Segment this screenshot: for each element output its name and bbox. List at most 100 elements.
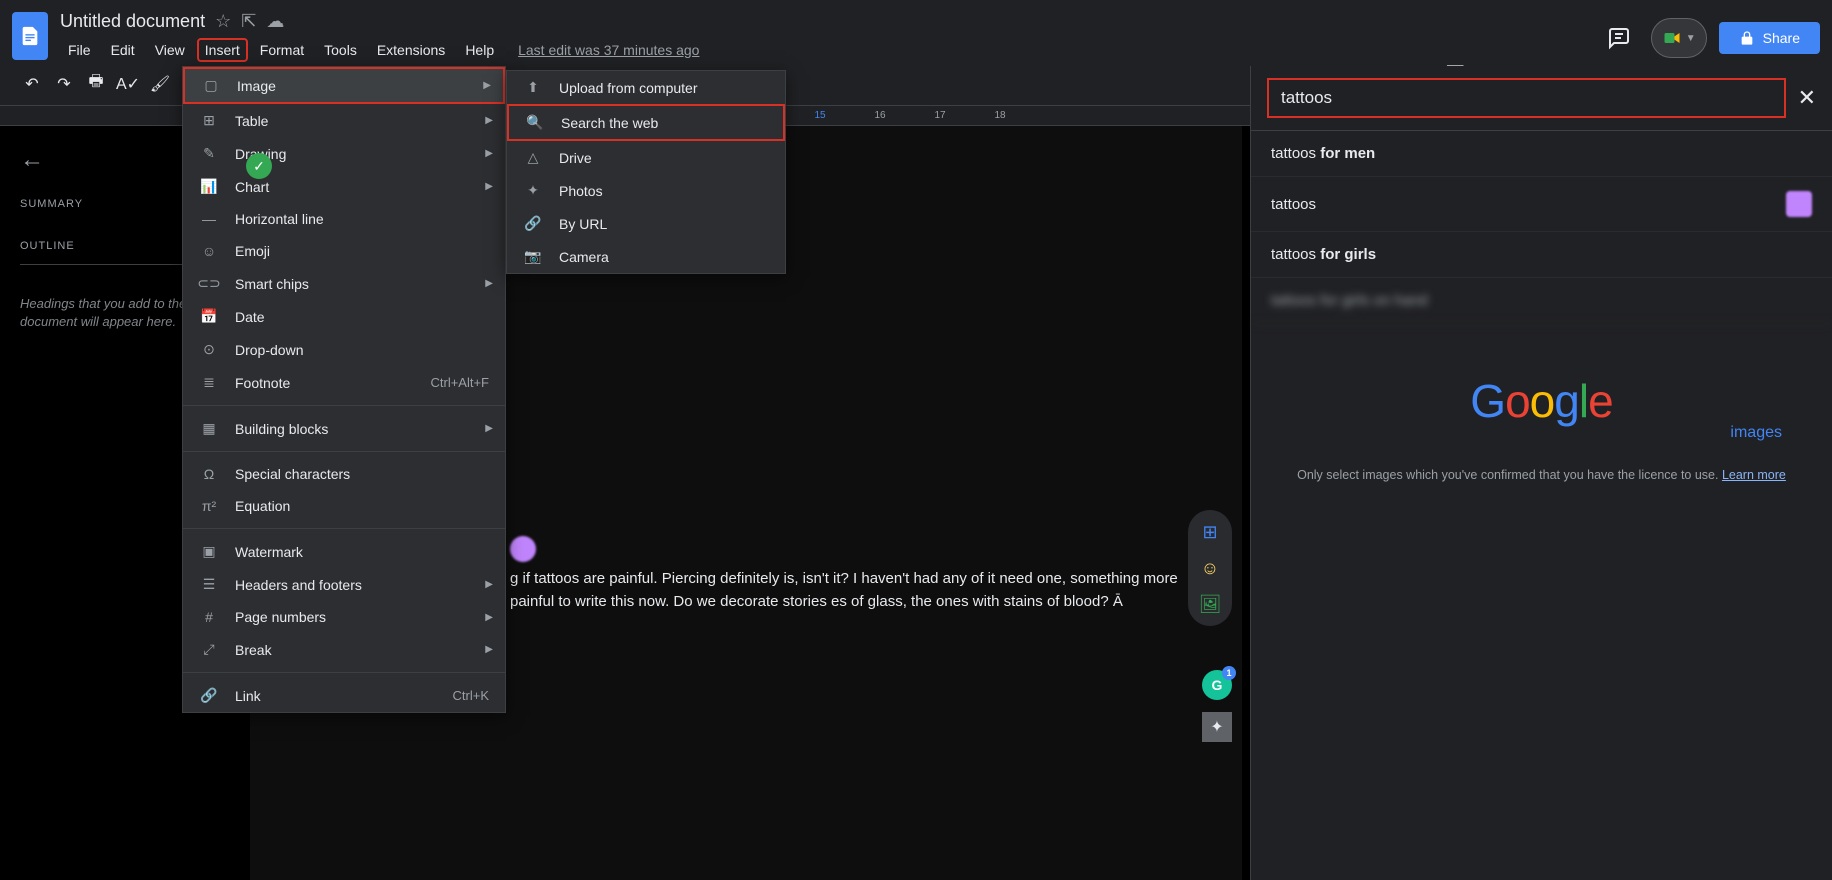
share-button[interactable]: Share <box>1719 22 1820 54</box>
explore-icon[interactable]: ✦ <box>1202 712 1232 742</box>
document-title[interactable]: Untitled document <box>60 11 205 32</box>
image-icon: ▢ <box>201 77 221 94</box>
menu-tools[interactable]: Tools <box>316 38 365 62</box>
watermark-icon: ▣ <box>199 543 219 560</box>
star-icon[interactable]: ☆ <box>215 11 231 32</box>
link-icon: 🔗 <box>523 215 543 232</box>
image-item-upload-from-computer[interactable]: ⬆Upload from computer <box>507 71 785 104</box>
insert-item-watermark[interactable]: ▣Watermark <box>183 535 505 568</box>
search-input[interactable] <box>1267 78 1786 118</box>
suggest-edits-icon[interactable]: 🖼 <box>1196 590 1224 618</box>
search-web-panel: ✕ tattoos for mentattoostattoos for girl… <box>1250 66 1832 880</box>
insert-item-link[interactable]: 🔗LinkCtrl+K <box>183 679 505 712</box>
undo-icon[interactable]: ↶ <box>20 72 44 96</box>
app-header: Untitled document ☆ ⇱ ☁ File Edit View I… <box>0 0 1832 62</box>
insert-item-break[interactable]: ⤢Break▶ <box>183 633 505 666</box>
chevron-right-icon: ▶ <box>485 579 493 590</box>
learn-more-link[interactable]: Learn more <box>1722 468 1786 482</box>
footnote-icon: ≣ <box>199 374 219 391</box>
insert-item-footnote[interactable]: ≣FootnoteCtrl+Alt+F <box>183 366 505 399</box>
insert-item-drawing[interactable]: ✎Drawing▶ <box>183 137 505 170</box>
document-text[interactable]: g if tattoos are painful. Piercing defin… <box>510 568 1210 613</box>
insert-item-drop-down[interactable]: ⊙Drop-down <box>183 333 505 366</box>
menu-edit[interactable]: Edit <box>103 38 143 62</box>
chevron-right-icon: ▶ <box>485 148 493 159</box>
pi-icon: π² <box>199 498 219 514</box>
image-item-camera[interactable]: 📷Camera <box>507 240 785 273</box>
photos-icon: ✦ <box>523 182 543 199</box>
insert-item-headers-and-footers[interactable]: ☰Headers and footers▶ <box>183 568 505 601</box>
insert-item-page-numbers[interactable]: #Page numbers▶ <box>183 601 505 633</box>
suggestion-row[interactable]: tattoos for girls on hand <box>1251 278 1832 324</box>
drawing-icon: ✎ <box>199 145 219 162</box>
move-icon[interactable]: ⇱ <box>241 11 256 32</box>
collaborator-avatar <box>510 536 536 562</box>
menu-insert[interactable]: Insert <box>197 38 248 62</box>
emoji-reaction-icon[interactable]: ☺ <box>1196 554 1224 582</box>
paint-format-icon[interactable]: 🖌 <box>148 72 172 96</box>
chips-icon: ⊂⊃ <box>199 275 219 292</box>
suggestion-row[interactable]: tattoos for men <box>1251 131 1832 177</box>
insert-item-table[interactable]: ⊞Table▶ <box>183 104 505 137</box>
search-suggestions: tattoos for mentattoostattoos for girlst… <box>1251 130 1832 324</box>
camera-icon: 📷 <box>523 248 543 265</box>
meet-button[interactable]: ▼ <box>1651 18 1707 58</box>
suggestion-row[interactable]: tattoos for girls <box>1251 232 1832 278</box>
menu-file[interactable]: File <box>60 38 99 62</box>
image-item-photos[interactable]: ✦Photos <box>507 174 785 207</box>
suggestion-thumbnail <box>1786 191 1812 217</box>
image-submenu: ⬆Upload from computer🔍Search the web△Dri… <box>506 70 786 274</box>
emoji-icon: ☺ <box>199 243 219 259</box>
chevron-right-icon: ▶ <box>485 423 493 434</box>
menu-view[interactable]: View <box>147 38 193 62</box>
spellcheck-icon[interactable]: A✓ <box>116 72 140 96</box>
insert-item-special-characters[interactable]: ΩSpecial characters <box>183 458 505 490</box>
break-icon: ⤢ <box>199 641 219 658</box>
last-edit-link[interactable]: Last edit was 37 minutes ago <box>518 42 699 58</box>
menubar: File Edit View Insert Format Tools Exten… <box>60 34 1599 66</box>
share-label: Share <box>1763 30 1800 46</box>
check-badge-icon: ✓ <box>246 153 272 179</box>
insert-dropdown: ▢Image▶⊞Table▶✎Drawing▶📊Chart▶—Horizonta… <box>182 66 506 713</box>
menu-help[interactable]: Help <box>457 38 502 62</box>
cloud-icon[interactable]: ☁ <box>266 11 284 32</box>
image-item-search-the-web[interactable]: 🔍Search the web <box>507 104 785 141</box>
image-item-by-url[interactable]: 🔗By URL <box>507 207 785 240</box>
docs-logo-icon[interactable] <box>12 12 48 60</box>
grammarly-icon[interactable]: G1 <box>1202 670 1232 700</box>
search-icon: 🔍 <box>525 114 545 131</box>
insert-item-image[interactable]: ▢Image▶ <box>183 67 505 104</box>
insert-item-horizontal-line[interactable]: —Horizontal line <box>183 203 505 235</box>
redo-icon[interactable]: ↷ <box>52 72 76 96</box>
link-icon: 🔗 <box>199 687 219 704</box>
insert-item-date[interactable]: 📅Date <box>183 300 505 333</box>
chevron-right-icon: ▶ <box>485 181 493 192</box>
suggestion-row[interactable]: tattoos <box>1251 177 1832 232</box>
menu-format[interactable]: Format <box>252 38 312 62</box>
close-icon[interactable]: ✕ <box>1798 85 1816 111</box>
chevron-right-icon: ▶ <box>485 612 493 623</box>
table-icon: ⊞ <box>199 112 219 129</box>
google-images-section: Google images Only select images which y… <box>1251 324 1832 505</box>
headers-icon: ☰ <box>199 576 219 593</box>
upload-icon: ⬆ <box>523 79 543 96</box>
add-comment-icon[interactable]: ⊞ <box>1196 518 1224 546</box>
chevron-right-icon: ▶ <box>485 115 493 126</box>
grammarly-badge: 1 <box>1222 666 1236 680</box>
insert-item-equation[interactable]: π²Equation <box>183 490 505 522</box>
comments-history-icon[interactable] <box>1599 18 1639 58</box>
insert-item-chart[interactable]: 📊Chart▶ <box>183 170 505 203</box>
image-item-drive[interactable]: △Drive <box>507 141 785 174</box>
insert-item-emoji[interactable]: ☺Emoji <box>183 235 505 267</box>
hline-icon: — <box>199 211 219 227</box>
blocks-icon: ▦ <box>199 420 219 437</box>
menu-extensions[interactable]: Extensions <box>369 38 453 62</box>
chevron-right-icon: ▶ <box>485 644 493 655</box>
insert-item-smart-chips[interactable]: ⊂⊃Smart chips▶ <box>183 267 505 300</box>
omega-icon: Ω <box>199 466 219 482</box>
hash-icon: # <box>199 609 219 625</box>
chart-icon: 📊 <box>199 178 219 195</box>
insert-item-building-blocks[interactable]: ▦Building blocks▶ <box>183 412 505 445</box>
side-action-rail: ⊞ ☺ 🖼 <box>1188 510 1232 626</box>
print-icon[interactable]: 🖶 <box>84 72 108 96</box>
